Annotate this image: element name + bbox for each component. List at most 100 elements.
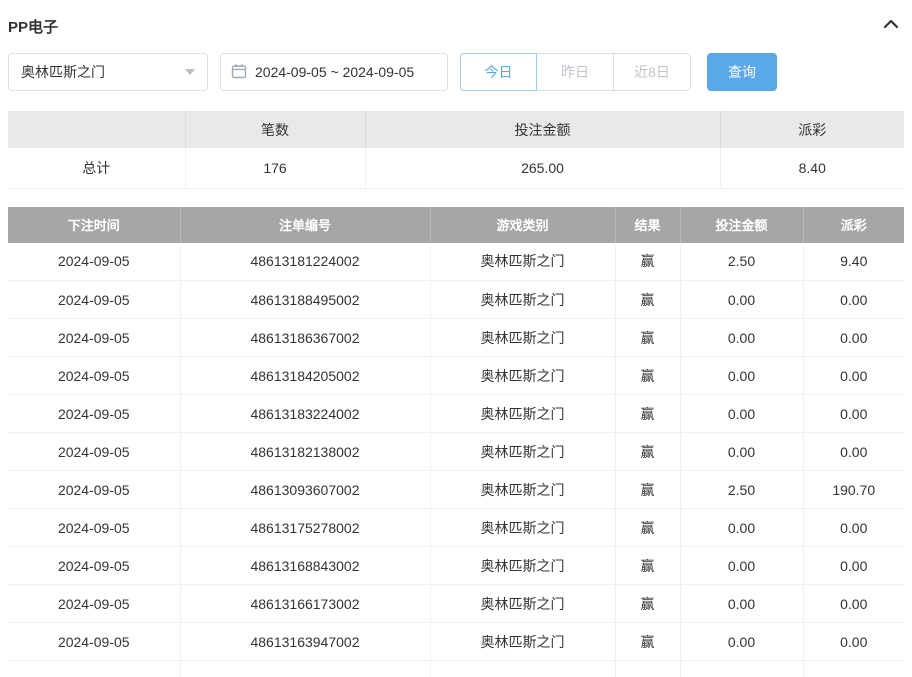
cell-bet-amount: 0.00 [680, 585, 803, 623]
cell-bet-amount: 0.00 [680, 357, 803, 395]
cell-game-category: 奥林匹斯之门 [430, 509, 615, 547]
cell-bet-time: 2024-09-05 [8, 433, 180, 471]
cell-game-category: 奥林匹斯之门 [430, 243, 615, 281]
yesterday-button[interactable]: 昨日 [537, 53, 614, 91]
cell-result: 赢 [615, 357, 680, 395]
table-row: 2024-09-05 48613163947002 奥林匹斯之门 赢 0.00 … [8, 623, 904, 661]
filter-bar: 奥林匹斯之门 2024-09-05 ~ 2024-09-05 今日 昨日 近8日… [8, 53, 904, 91]
cell-bet-amount: 2.50 [680, 243, 803, 281]
cell-game-category: 奥林匹斯之门 [430, 471, 615, 509]
table-row: 2024-09-05 48613186367002 奥林匹斯之门 赢 0.00 … [8, 319, 904, 357]
cell-bet-amount: 0.00 [680, 433, 803, 471]
cell-result: 赢 [615, 281, 680, 319]
cell-bet-time: 2024-09-05 [8, 319, 180, 357]
panel-header: PP电子 [8, 14, 904, 38]
pp-electronic-panel: PP电子 奥林匹斯之门 2024-09-05 ~ 2024-09-05 [0, 0, 912, 677]
table-row: 2024-09-05 48613168843002 奥林匹斯之门 赢 0.00 … [8, 547, 904, 585]
last-8-days-button[interactable]: 近8日 [614, 53, 691, 91]
cell-game-category: 奥林匹斯之门 [430, 547, 615, 585]
cell-result: 赢 [615, 471, 680, 509]
cell-game-category: 奥林匹斯之门 [430, 357, 615, 395]
cell-result: 赢 [615, 585, 680, 623]
cell-payout: 9.40 [803, 243, 904, 281]
cell-payout: 0.00 [803, 433, 904, 471]
cell-bet-amount: 0.00 [680, 395, 803, 433]
cell-game-category: 奥林匹斯之门 [430, 623, 615, 661]
cell-game-category: 奥林匹斯之门 [430, 319, 615, 357]
cell-payout: 0.00 [803, 547, 904, 585]
cell-bet-amount: 0.00 [680, 281, 803, 319]
cell-bet-id: 48613183224002 [180, 395, 430, 433]
cell-payout: 0.00 [803, 319, 904, 357]
game-select[interactable]: 奥林匹斯之门 [8, 53, 208, 91]
date-range-picker[interactable]: 2024-09-05 ~ 2024-09-05 [220, 53, 448, 91]
cell-result: 赢 [615, 547, 680, 585]
cell-payout: 0.00 [803, 357, 904, 395]
cell-payout: 190.70 [803, 471, 904, 509]
cell-bet-id: 48613093607002 [180, 471, 430, 509]
quick-date-button-group: 今日 昨日 近8日 [460, 53, 691, 91]
table-row: 2024-09-05 48613175278002 奥林匹斯之门 赢 0.00 … [8, 509, 904, 547]
cell-bet-id: 48613182138002 [180, 433, 430, 471]
cell-bet-time: 2024-09-05 [8, 509, 180, 547]
game-select-value: 奥林匹斯之门 [21, 62, 105, 82]
cell-bet-time: 2024-09-05 [8, 357, 180, 395]
cell-bet-time: 2024-09-05 [8, 243, 180, 281]
bet-records-table: 下注时间 注单编号 游戏类别 结果 投注金额 派彩 2024-09-05 486… [8, 207, 904, 677]
table-row: 2024-09-05 48613183224002 奥林匹斯之门 赢 0.00 … [8, 395, 904, 433]
summary-header-payout: 派彩 [720, 111, 904, 148]
summary-header-count: 笔数 [185, 111, 365, 148]
cell-bet-time: 2024-09-05 [8, 547, 180, 585]
cell-bet-time: 2024-09-05 [8, 281, 180, 319]
header-payout: 派彩 [803, 207, 904, 243]
date-range-value: 2024-09-05 ~ 2024-09-05 [255, 64, 414, 80]
summary-total-row: 总计 176 265.00 8.40 [8, 148, 904, 188]
cell-bet-time: 2024-09-05 [8, 395, 180, 433]
cell-bet-id: 48613166173002 [180, 585, 430, 623]
summary-bet-amount-value: 265.00 [365, 148, 720, 188]
cell-payout: 0.00 [803, 509, 904, 547]
cell-bet-id: 48613186367002 [180, 319, 430, 357]
collapse-button[interactable] [882, 17, 900, 36]
cell-game-category: 奥林匹斯之门 [430, 433, 615, 471]
cell-result: 赢 [615, 395, 680, 433]
cell-bet-time: 2024-09-05 [8, 585, 180, 623]
cell-result: 赢 [615, 243, 680, 281]
cell-result: 赢 [615, 319, 680, 357]
header-bet-amount: 投注金额 [680, 207, 803, 243]
cell-bet-time: 2024-09-05 [8, 471, 180, 509]
calendar-icon [231, 63, 247, 82]
cell-result: 赢 [615, 433, 680, 471]
partial-row [8, 661, 904, 677]
table-row: 2024-09-05 48613184205002 奥林匹斯之门 赢 0.00 … [8, 357, 904, 395]
chevron-up-icon [882, 17, 900, 36]
summary-table: 笔数 投注金额 派彩 总计 176 265.00 8.40 [8, 111, 904, 189]
cell-bet-id: 48613184205002 [180, 357, 430, 395]
cell-bet-id: 48613175278002 [180, 509, 430, 547]
cell-payout: 0.00 [803, 585, 904, 623]
cell-payout: 0.00 [803, 623, 904, 661]
chevron-down-icon [185, 69, 195, 75]
summary-count-value: 176 [185, 148, 365, 188]
cell-bet-time: 2024-09-05 [8, 623, 180, 661]
header-bet-id: 注单编号 [180, 207, 430, 243]
cell-bet-amount: 2.50 [680, 471, 803, 509]
cell-result: 赢 [615, 509, 680, 547]
cell-bet-id: 48613163947002 [180, 623, 430, 661]
today-button[interactable]: 今日 [460, 53, 537, 91]
summary-header-bet-amount: 投注金额 [365, 111, 720, 148]
summary-header-blank [8, 111, 185, 148]
cell-result: 赢 [615, 623, 680, 661]
cell-bet-amount: 0.00 [680, 509, 803, 547]
cell-bet-id: 48613181224002 [180, 243, 430, 281]
query-button[interactable]: 查询 [707, 53, 777, 91]
header-bet-time: 下注时间 [8, 207, 180, 243]
cell-game-category: 奥林匹斯之门 [430, 585, 615, 623]
cell-bet-id: 48613168843002 [180, 547, 430, 585]
cell-bet-amount: 0.00 [680, 547, 803, 585]
summary-header-row: 笔数 投注金额 派彩 [8, 111, 904, 148]
cell-bet-id: 48613188495002 [180, 281, 430, 319]
table-row: 2024-09-05 48613093607002 奥林匹斯之门 赢 2.50 … [8, 471, 904, 509]
cell-payout: 0.00 [803, 395, 904, 433]
cell-bet-amount: 0.00 [680, 319, 803, 357]
